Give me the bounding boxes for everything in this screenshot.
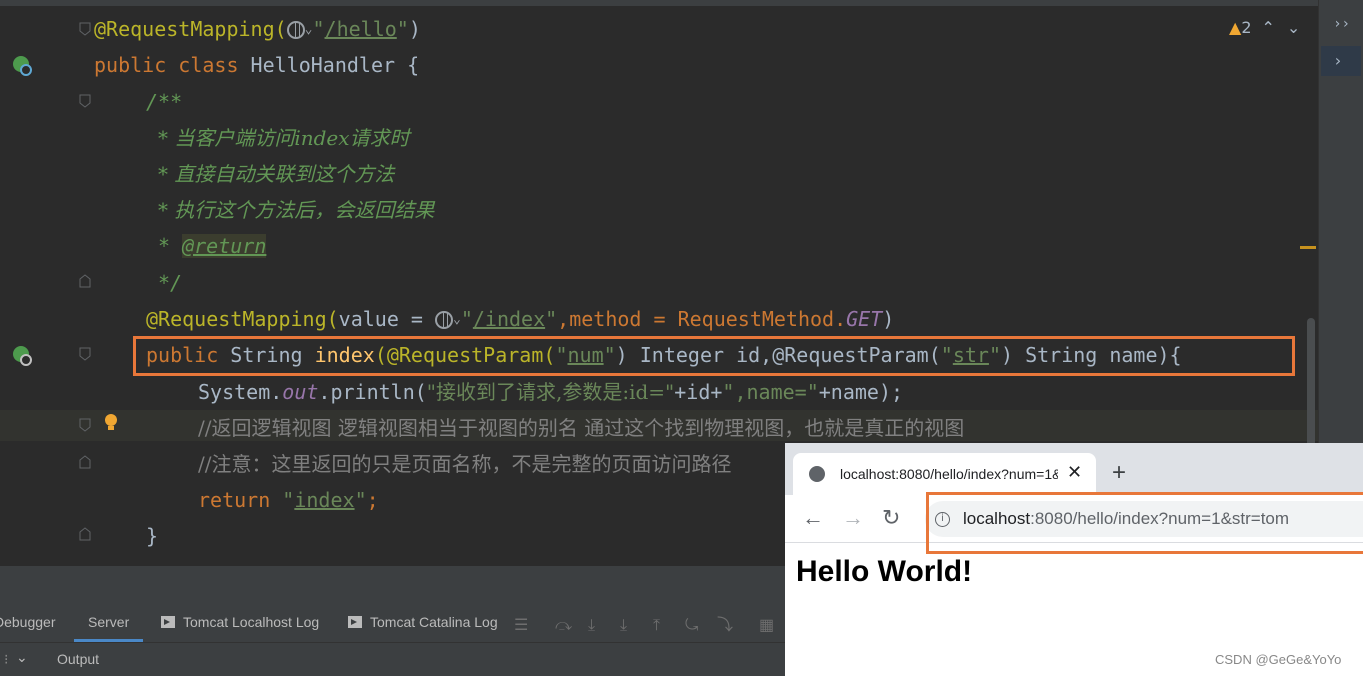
scrollbar-warning-mark[interactable] bbox=[1300, 246, 1316, 249]
expand-icon[interactable]: ›› bbox=[1319, 16, 1363, 32]
menu-icon[interactable]: ☰ bbox=[514, 618, 530, 634]
tab-server[interactable]: Server bbox=[74, 606, 144, 642]
output-label[interactable]: Output bbox=[57, 651, 99, 667]
code-token: ,method = RequestMethod. bbox=[557, 307, 847, 331]
step-over-icon[interactable]: ⤼ bbox=[555, 618, 572, 634]
force-step-into-icon[interactable]: ⤓ bbox=[620, 618, 636, 634]
code-token: GET bbox=[846, 307, 883, 331]
code-line: return "index"; bbox=[198, 488, 379, 512]
code-token: public class bbox=[94, 53, 251, 77]
fold-marker-icon[interactable] bbox=[78, 418, 92, 432]
code-comment: //注意：这里返回的只是页面名称，不是完整的页面访问路径 bbox=[198, 452, 732, 476]
code-token: value = bbox=[338, 307, 435, 331]
view-name: index bbox=[294, 488, 355, 512]
new-tab-button[interactable]: + bbox=[1112, 461, 1126, 485]
forward-icon[interactable]: → bbox=[842, 507, 864, 529]
code-line: @RequestMapping(value = ⌄"/index",method… bbox=[146, 307, 895, 331]
run-to-cursor-icon[interactable]: ⤵ bbox=[717, 618, 733, 634]
tab-label: Tomcat Catalina Log bbox=[370, 614, 498, 630]
code-line: @RequestMapping(⌄"/hello") bbox=[94, 17, 421, 41]
fold-marker-icon[interactable] bbox=[78, 22, 92, 36]
side-panel-tab[interactable]: › bbox=[1321, 46, 1361, 76]
class-name: HelloHandler { bbox=[250, 53, 420, 77]
browser-tab-bar: localhost:8080/hello/index?num=1&str=tom… bbox=[785, 443, 1363, 495]
code-token: * bbox=[158, 234, 183, 258]
table-icon[interactable]: ▦ bbox=[759, 618, 775, 634]
fold-marker-icon[interactable] bbox=[78, 455, 92, 469]
code-token: System. bbox=[198, 380, 283, 404]
tab-title: localhost:8080/hello/index?num=1&str=tom bbox=[840, 466, 1058, 482]
fold-marker-icon[interactable] bbox=[78, 527, 92, 541]
tab-label: Tomcat Localhost Log bbox=[183, 614, 320, 630]
code-line: System.out.println("接收到了请求,参数是:id="+id+"… bbox=[198, 377, 903, 407]
services-tabs: Debugger Server Tomcat Localhost Log Tom… bbox=[0, 606, 785, 642]
code-token: ; bbox=[366, 488, 379, 512]
bottom-panel-header bbox=[0, 566, 785, 606]
drop-frame-icon[interactable]: ⤿ bbox=[685, 618, 701, 634]
address-highlight-box bbox=[926, 492, 1363, 554]
chevron-down-icon[interactable]: ⌄ bbox=[1287, 18, 1300, 37]
editor-tab-strip bbox=[0, 0, 1318, 6]
reload-icon[interactable]: ↻ bbox=[882, 507, 900, 529]
tab-tomcat-catalina-log[interactable]: Tomcat Catalina Log bbox=[348, 606, 498, 642]
code-line: * 直接自动关联到这个方法 bbox=[158, 162, 395, 186]
bean-gutter-icon[interactable] bbox=[10, 53, 34, 77]
highlight-box bbox=[133, 336, 1295, 376]
javadoc-tag: @return bbox=[182, 234, 267, 258]
url-path[interactable]: /hello bbox=[325, 17, 397, 41]
tab-tomcat-localhost-log[interactable]: Tomcat Localhost Log bbox=[161, 606, 319, 642]
fold-marker-icon[interactable] bbox=[78, 347, 92, 361]
globe-icon bbox=[809, 466, 825, 482]
code-line: * 当客户端访问index请求时 bbox=[158, 126, 410, 150]
fold-marker-icon[interactable] bbox=[78, 94, 92, 108]
string-literal: "接收到了请求,参数是:id=" bbox=[426, 380, 675, 404]
chevron-down-icon[interactable]: ⌄ bbox=[16, 649, 28, 666]
close-icon[interactable]: ✕ bbox=[1067, 462, 1082, 483]
code-token: out bbox=[282, 380, 319, 404]
globe-icon[interactable] bbox=[434, 311, 453, 329]
warning-icon: ▲ bbox=[1229, 18, 1242, 37]
browser-window: localhost:8080/hello/index?num=1&str=tom… bbox=[785, 443, 1363, 676]
code-token: .println( bbox=[318, 380, 427, 404]
code-line: public class HelloHandler { bbox=[94, 50, 419, 80]
page-heading: Hello World! bbox=[796, 555, 973, 588]
step-out-icon[interactable]: ⤒ bbox=[653, 618, 669, 634]
code-token: return bbox=[198, 488, 283, 512]
code-line: * 执行这个方法后，会返回结果 bbox=[158, 198, 435, 222]
fold-marker-icon[interactable] bbox=[78, 274, 92, 288]
code-token: @RequestMapping( bbox=[94, 17, 287, 41]
back-icon[interactable]: ← bbox=[802, 507, 824, 529]
code-token: +id+ bbox=[674, 380, 723, 404]
code-line: /** bbox=[146, 90, 183, 114]
watermark: CSDN @GeGe&YoYo bbox=[1215, 652, 1342, 667]
url-path[interactable]: /index bbox=[473, 307, 545, 331]
inspection-widget[interactable]: ▲2 ⌃ ⌄ bbox=[1229, 18, 1300, 37]
log-icon bbox=[161, 616, 175, 628]
tab-debugger[interactable]: Debugger bbox=[0, 606, 56, 642]
code-line: */ bbox=[158, 271, 183, 295]
chevron-up-icon[interactable]: ⌃ bbox=[1262, 18, 1275, 37]
endpoint-gutter-icon[interactable] bbox=[10, 343, 34, 367]
warning-count: 2 bbox=[1241, 18, 1252, 37]
output-row: ⁝ ⌄ Output bbox=[0, 642, 785, 676]
code-token: ) bbox=[882, 307, 895, 331]
browser-tab[interactable]: localhost:8080/hello/index?num=1&str=tom… bbox=[793, 453, 1096, 495]
string-literal: ",name=" bbox=[722, 380, 819, 404]
dots-icon: ⁝ bbox=[4, 651, 9, 667]
code-line: } bbox=[146, 524, 159, 548]
lightbulb-icon[interactable] bbox=[102, 412, 126, 436]
globe-icon[interactable] bbox=[286, 21, 305, 39]
log-icon bbox=[348, 616, 362, 628]
code-token: @RequestMapping( bbox=[146, 307, 339, 331]
step-into-icon[interactable]: ⤓ bbox=[588, 618, 604, 634]
code-line: * @return bbox=[158, 231, 267, 261]
chevron-down-icon[interactable]: ⌄ bbox=[453, 312, 461, 327]
code-token: +name); bbox=[818, 380, 904, 404]
code-comment: //返回逻辑视图 逻辑视图相当于视图的别名 通过这个找到物理视图，也就是真正的视… bbox=[198, 416, 965, 440]
